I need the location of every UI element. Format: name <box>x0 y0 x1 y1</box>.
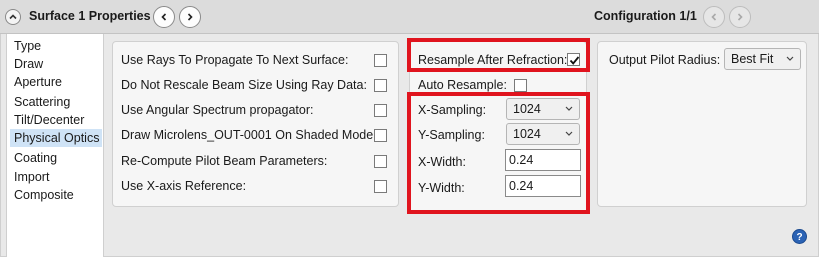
recompute-pilot-checkbox[interactable] <box>374 155 387 168</box>
sidebar-item-draw[interactable]: Draw <box>10 55 102 73</box>
use-rays-propagate-label: Use Rays To Propagate To Next Surface: <box>121 53 349 67</box>
angular-spectrum-checkbox[interactable] <box>374 104 387 117</box>
output-pilot-radius-label: Output Pilot Radius: <box>609 53 721 67</box>
auto-resample-label: Auto Resample: <box>418 78 507 92</box>
output-pilot-radius-value: Best Fit <box>731 52 774 66</box>
sidebar-item-composite[interactable]: Composite <box>10 186 102 204</box>
sidebar-item-tilt-decenter[interactable]: Tilt/Decenter <box>10 111 102 129</box>
recompute-pilot-label: Re-Compute Pilot Beam Parameters: <box>121 154 328 168</box>
chevron-left-icon <box>711 13 717 21</box>
help-icon[interactable]: ? <box>792 229 807 244</box>
chevron-down-icon <box>786 56 794 61</box>
no-rescale-beam-label: Do Not Rescale Beam Size Using Ray Data: <box>121 78 367 92</box>
sidebar-item-import[interactable]: Import <box>10 168 102 186</box>
angular-spectrum-label: Use Angular Spectrum propagator: <box>121 103 314 117</box>
prev-config-button[interactable] <box>703 6 725 28</box>
chevron-up-icon <box>9 14 17 20</box>
next-config-button[interactable] <box>729 6 751 28</box>
chevron-right-icon <box>737 13 743 21</box>
auto-resample-checkbox[interactable] <box>514 79 527 92</box>
chevron-left-icon <box>161 13 167 21</box>
prev-surface-button[interactable] <box>153 6 175 28</box>
x-axis-reference-checkbox[interactable] <box>374 180 387 193</box>
configuration-label: Configuration 1/1 <box>594 9 697 23</box>
no-rescale-beam-checkbox[interactable] <box>374 79 387 92</box>
output-pilot-radius-dropdown[interactable]: Best Fit <box>724 48 801 70</box>
surface-properties-title: Surface 1 Properties <box>29 9 151 23</box>
sampling-width-highlight <box>407 92 590 214</box>
sidebar-item-type[interactable]: Type <box>10 37 102 55</box>
next-surface-button[interactable] <box>179 6 201 28</box>
sidebar-item-coating[interactable]: Coating <box>10 149 102 167</box>
use-rays-propagate-checkbox[interactable] <box>374 54 387 67</box>
resample-after-refraction-highlight <box>407 38 590 72</box>
category-sidebar: Type Draw Aperture Scattering Tilt/Decen… <box>6 34 104 257</box>
sidebar-item-physical-optics[interactable]: Physical Optics <box>10 129 102 147</box>
title-bar: Surface 1 Properties Configuration 1/1 <box>0 0 819 34</box>
draw-microlens-label: Draw Microlens_OUT-0001 On Shaded Model: <box>121 128 380 142</box>
sidebar-item-aperture[interactable]: Aperture <box>10 73 102 91</box>
chevron-right-icon <box>187 13 193 21</box>
sidebar-item-scattering[interactable]: Scattering <box>10 93 102 111</box>
collapse-button[interactable] <box>5 9 21 25</box>
x-axis-reference-label: Use X-axis Reference: <box>121 179 247 193</box>
draw-microlens-checkbox[interactable] <box>374 129 387 142</box>
